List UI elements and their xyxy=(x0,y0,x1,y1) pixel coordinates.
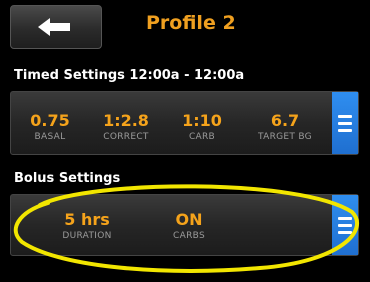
bolus-settings-panel[interactable]: 5 hrs DURATION ON CARBS xyxy=(10,194,359,256)
duration-setting: 5 hrs DURATION xyxy=(51,211,123,242)
target-bg-label: TARGET BG xyxy=(258,132,312,142)
duration-label: DURATION xyxy=(62,231,112,241)
timed-settings-label: Timed Settings 12:00a - 12:00a xyxy=(14,68,245,83)
correct-label: CORRECT xyxy=(103,132,149,142)
basal-setting: 0.75 BASAL xyxy=(25,112,75,143)
correct-setting: 1:2.8 CORRECT xyxy=(93,112,159,143)
carb-value: 1:10 xyxy=(182,111,222,130)
page-title: Profile 2 xyxy=(146,12,236,34)
menu-icon xyxy=(338,216,352,220)
carbs-setting: ON CARBS xyxy=(159,211,219,242)
basal-value: 0.75 xyxy=(30,111,70,130)
timed-settings-menu-button[interactable] xyxy=(332,92,358,154)
menu-icon xyxy=(338,114,352,118)
back-button[interactable] xyxy=(10,5,102,49)
bolus-settings-menu-button[interactable] xyxy=(332,195,358,255)
target-bg-value: 6.7 xyxy=(270,111,300,130)
carb-setting: 1:10 CARB xyxy=(175,112,229,143)
carb-label: CARB xyxy=(188,132,216,142)
target-bg-setting: 6.7 TARGET BG xyxy=(245,112,325,143)
carbs-value: ON xyxy=(175,210,203,229)
timed-settings-panel[interactable]: 0.75 BASAL 1:2.8 CORRECT 1:10 CARB 6.7 T… xyxy=(10,91,359,155)
basal-label: BASAL xyxy=(34,132,66,142)
correct-value: 1:2.8 xyxy=(103,111,149,130)
duration-value: 5 hrs xyxy=(64,210,110,229)
bolus-settings-label: Bolus Settings xyxy=(14,171,121,186)
carbs-label: CARBS xyxy=(173,231,205,241)
back-arrow-icon xyxy=(38,18,70,36)
